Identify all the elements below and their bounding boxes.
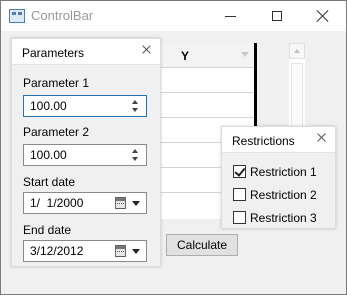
chevron-down-icon[interactable]: [132, 201, 140, 206]
restrictions-panel: Restrictions Restriction 1 Restriction 2…: [221, 126, 336, 229]
window-app-icon: [9, 9, 25, 23]
start-date-picker[interactable]: 1/ 1/2000: [23, 192, 147, 214]
restrictions-panel-header[interactable]: Restrictions: [222, 127, 335, 153]
parameter2-value: 100.00: [30, 148, 67, 162]
close-icon: [316, 9, 330, 23]
start-date-label: Start date: [23, 175, 76, 189]
title-bar[interactable]: ControlBar: [1, 1, 346, 31]
sort-arrow-icon: [241, 52, 249, 57]
close-icon[interactable]: [140, 43, 154, 57]
parameter1-label: Parameter 1: [23, 76, 90, 90]
end-date-label: End date: [23, 223, 72, 237]
start-date-value: 1/ 1/2000: [30, 196, 84, 210]
parameter2-spinbox[interactable]: 100.00: [23, 144, 147, 166]
table-row[interactable]: [151, 69, 255, 93]
minimize-button[interactable]: [208, 1, 254, 31]
maximize-button[interactable]: [254, 1, 300, 31]
restriction-2-label: Restriction 2: [250, 188, 317, 202]
end-date-picker[interactable]: 3/12/2012: [23, 240, 147, 262]
calendar-icon[interactable]: [115, 197, 126, 209]
calendar-icon[interactable]: [115, 245, 126, 257]
parameter1-value: 100.00: [30, 99, 67, 113]
restrictions-panel-title: Restrictions: [232, 134, 295, 148]
parameters-panel: Parameters Parameter 1 100.00 Parameter …: [11, 38, 161, 267]
minimize-icon: [225, 16, 236, 17]
spin-arrows-icon[interactable]: [132, 148, 140, 162]
grid-column-header[interactable]: Y: [151, 43, 255, 68]
client-area: Y Parameters Parameter 1 100.00 Paramete…: [1, 31, 346, 294]
table-row[interactable]: [151, 94, 255, 118]
window-title: ControlBar: [31, 8, 94, 23]
grid-column-header-label: Y: [181, 49, 190, 63]
chevron-down-icon[interactable]: [132, 249, 140, 254]
close-icon[interactable]: [315, 131, 329, 145]
calculate-button[interactable]: Calculate: [166, 234, 238, 256]
checkbox-unchecked-icon[interactable]: [233, 188, 246, 201]
main-window: ControlBar Y Parameters Parameter 1 100.…: [0, 0, 347, 295]
checkbox-unchecked-icon[interactable]: [233, 211, 246, 224]
spin-arrows-icon[interactable]: [132, 99, 140, 113]
maximize-icon: [272, 11, 282, 21]
parameter2-label: Parameter 2: [23, 125, 90, 139]
restriction-1-label: Restriction 1: [250, 165, 317, 179]
close-button[interactable]: [300, 1, 346, 31]
end-date-value: 3/12/2012: [30, 244, 84, 258]
parameter1-spinbox[interactable]: 100.00: [23, 95, 147, 117]
checkbox-checked-icon[interactable]: [233, 165, 246, 178]
restriction-3-label: Restriction 3: [250, 211, 317, 225]
parameters-panel-header[interactable]: Parameters: [12, 39, 160, 65]
scroll-up-icon[interactable]: [289, 43, 305, 59]
parameters-panel-title: Parameters: [22, 46, 85, 60]
